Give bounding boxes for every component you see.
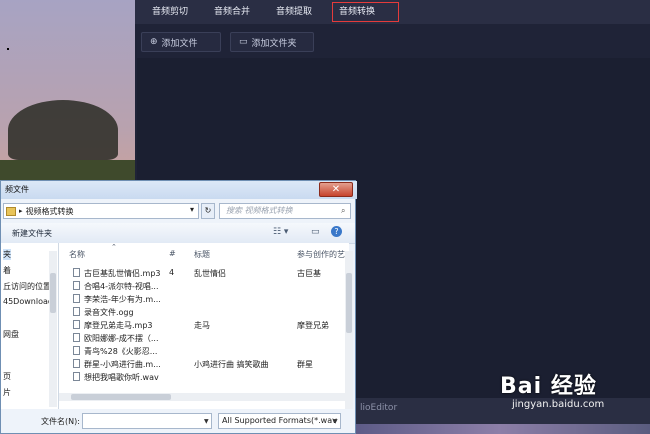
add-file-label: 添加文件 xyxy=(161,38,198,49)
help-icon[interactable]: ? xyxy=(331,226,342,237)
plus-circle-icon: ⊕ xyxy=(150,37,158,47)
active-tab-highlight xyxy=(332,2,399,22)
column-header-artist[interactable]: 参与创作的艺 xyxy=(297,249,345,260)
audio-file-icon xyxy=(73,346,80,355)
close-button[interactable]: ✕ xyxy=(319,182,353,197)
wallpaper-tree xyxy=(8,100,118,160)
file-name: 群星-小鸡进行曲.m... xyxy=(84,360,161,369)
open-file-dialog: 频文件 ✕ ▸ 视频格式转换 ▾ ↻ 搜索 视频格式转换 ⌕ 新建文件夹 ☷ ▾… xyxy=(0,180,357,434)
search-input[interactable]: 搜索 视频格式转换 xyxy=(219,203,351,219)
nav-item-download[interactable]: 45Download xyxy=(3,297,53,306)
file-name: 古巨基乱世情侣.mp3 xyxy=(84,269,161,278)
audio-file-icon xyxy=(73,333,80,342)
breadcrumb-arrow-icon: ▸ xyxy=(19,207,23,215)
file-name: 合唱4-派尔特-视唱... xyxy=(84,282,159,291)
filename-input[interactable] xyxy=(82,413,212,429)
bottom-preview-image xyxy=(350,424,650,434)
file-list-scroll-thumb[interactable] xyxy=(346,273,352,333)
new-folder-button[interactable]: 新建文件夹 xyxy=(12,228,52,239)
filename-label: 文件名(N): xyxy=(41,417,80,426)
file-number: 4 xyxy=(169,268,175,277)
column-header-number[interactable]: # xyxy=(169,249,176,258)
add-folder-button[interactable]: ▭ 添加文件夹 xyxy=(230,32,314,52)
nav-item-recent[interactable]: 丘访问的位置 xyxy=(3,281,51,292)
search-icon[interactable]: ⌕ xyxy=(341,206,345,216)
dialog-title: 频文件 xyxy=(5,185,29,194)
audio-file-icon xyxy=(73,359,80,368)
folder-icon xyxy=(6,206,16,216)
top-tab-bar: 音频剪切 音频合并 音频提取 音频转换 xyxy=(135,0,650,24)
preview-pane-icon[interactable]: ▭ xyxy=(311,227,320,237)
nav-item-favorites[interactable]: 夹 xyxy=(3,249,11,260)
file-name: 摩登兄弟走马.mp3 xyxy=(84,321,153,330)
format-select[interactable]: All Supported Formats(*.wav xyxy=(218,413,341,429)
nav-item-desktop[interactable]: 着 xyxy=(3,265,11,276)
nav-item-netdisk[interactable]: 网盘 xyxy=(3,329,19,340)
audio-file-icon xyxy=(73,307,80,316)
file-list: 名称 ⌃ # 标题 参与创作的艺 古巨基乱世情侣.mp3 4 乱世情侣 古巨基 … xyxy=(59,243,349,409)
sort-arrow-icon: ⌃ xyxy=(111,243,117,251)
add-folder-label: 添加文件夹 xyxy=(251,38,297,49)
editor-brand-label: lioEditor xyxy=(360,403,398,413)
tab-audio-cut[interactable]: 音频剪切 xyxy=(152,4,188,17)
file-artist: 群星 xyxy=(297,360,313,369)
audio-file-icon xyxy=(73,320,80,329)
add-file-button[interactable]: ⊕ 添加文件 xyxy=(141,32,221,52)
filename-dropdown-icon[interactable]: ▼ xyxy=(204,418,209,425)
dialog-toolbar: 新建文件夹 ☷ ▾ ▭ ? xyxy=(1,223,355,244)
folder-icon: ▭ xyxy=(239,37,248,47)
address-bar[interactable]: ▸ 视频格式转换 xyxy=(3,203,199,219)
file-toolbar: ⊕ 添加文件 ▭ 添加文件夹 xyxy=(135,24,650,58)
audio-file-icon xyxy=(73,294,80,303)
format-dropdown-icon[interactable]: ▼ xyxy=(333,418,338,425)
audio-file-icon xyxy=(73,372,80,381)
refresh-icon[interactable]: ↻ xyxy=(201,203,215,219)
file-name: 李荣浩-年少有为.m... xyxy=(84,295,161,304)
address-dropdown-icon[interactable]: ▾ xyxy=(187,203,197,219)
file-title: 乱世情侣 xyxy=(194,269,226,278)
audio-file-icon xyxy=(73,281,80,290)
watermark-logo: Bai 经验 xyxy=(500,374,597,399)
column-header-name[interactable]: 名称 xyxy=(69,249,85,260)
file-title: 走马 xyxy=(194,321,210,330)
column-header-title[interactable]: 标题 xyxy=(194,249,210,260)
horizontal-scroll-thumb[interactable] xyxy=(71,394,171,400)
tab-audio-extract[interactable]: 音频提取 xyxy=(276,4,312,17)
file-title: 小鸡进行曲 搞笑歌曲 xyxy=(194,360,269,369)
file-artist: 古巨基 xyxy=(297,269,321,278)
file-name: 青鸟%28《火影忍... xyxy=(84,347,158,356)
nav-item-pages[interactable]: 页 xyxy=(3,371,11,382)
file-name: 想把我唱歌你听.wav xyxy=(84,373,159,382)
view-options-icon[interactable]: ☷ ▾ xyxy=(273,227,288,237)
nav-item-pictures[interactable]: 片 xyxy=(3,387,11,398)
tab-audio-merge[interactable]: 音频合并 xyxy=(214,4,250,17)
breadcrumb: 视频格式转换 xyxy=(25,206,74,216)
file-artist: 摩登兄弟 xyxy=(297,321,329,330)
navigation-scroll-thumb[interactable] xyxy=(50,273,56,313)
file-name: 欧阳娜娜-成不摆（... xyxy=(84,334,159,343)
watermark-url: jingyan.baidu.com xyxy=(512,399,605,410)
file-name: 录音文件.ogg xyxy=(84,308,134,317)
dialog-titlebar[interactable]: 频文件 ✕ xyxy=(1,181,357,199)
audio-file-icon xyxy=(73,268,80,277)
wallpaper-dot xyxy=(7,48,9,50)
